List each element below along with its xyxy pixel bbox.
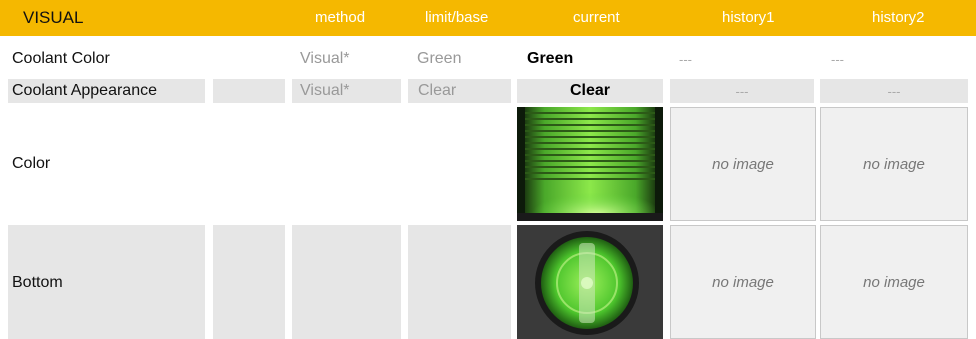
empty-cell <box>408 225 511 339</box>
empty-cell <box>213 79 285 103</box>
column-header-history2: history2 <box>872 9 925 26</box>
section-title: VISUAL <box>23 8 84 27</box>
column-header-current: current <box>573 9 620 26</box>
row-label: Coolant Color <box>12 50 110 67</box>
column-header-method: method <box>315 9 366 26</box>
method-value: Visual* <box>292 79 401 103</box>
history2-image-placeholder: no image <box>820 225 968 339</box>
history1-value: --- <box>670 79 814 103</box>
history2-value: --- <box>820 79 968 103</box>
history2-image-placeholder: no image <box>820 107 968 221</box>
method-value: Visual* <box>300 50 350 67</box>
history2-value: --- <box>831 51 844 67</box>
coolant-bottle-bottom-image <box>517 225 663 339</box>
current-value: Green <box>527 50 574 67</box>
empty-cell <box>292 225 401 339</box>
current-value: Clear <box>517 79 663 103</box>
coolant-color-photo[interactable] <box>517 107 663 221</box>
section-header: VISUAL method limit/base current history… <box>0 0 976 36</box>
row-label: Color <box>12 155 51 172</box>
empty-cell <box>213 225 285 339</box>
column-header-limit: limit/base <box>425 9 489 26</box>
coolant-bottom-photo[interactable] <box>517 225 663 339</box>
column-header-history1: history1 <box>722 9 775 26</box>
history1-image-placeholder: no image <box>670 225 816 339</box>
row-label: Coolant Appearance <box>8 79 205 103</box>
history1-image-placeholder: no image <box>670 107 816 221</box>
coolant-bottle-side-image <box>517 107 663 221</box>
row-label: Bottom <box>8 225 205 339</box>
limit-value: Green <box>417 50 462 67</box>
limit-value: Clear <box>408 79 511 103</box>
history1-value: --- <box>679 51 692 67</box>
